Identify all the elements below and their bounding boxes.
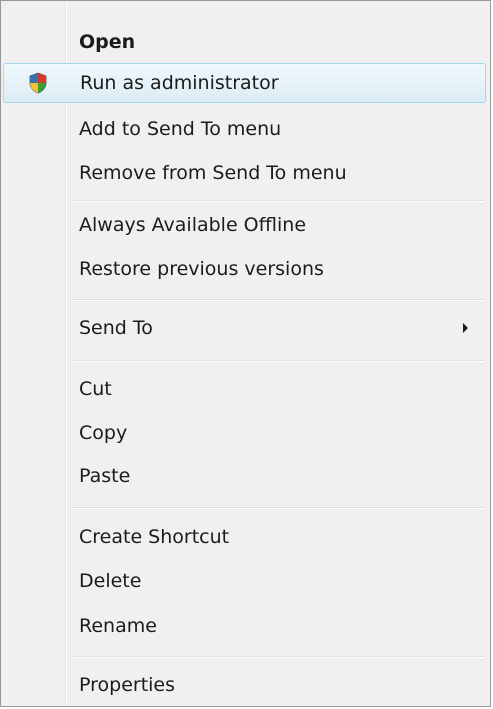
menu-item-label: Copy: [79, 422, 128, 444]
menu-separator: [71, 299, 484, 301]
menu-separator: [71, 507, 484, 509]
menu-item-restore-previous-versions[interactable]: Restore previous versions: [3, 249, 486, 289]
menu-item-run-as-administrator[interactable]: Run as administrator: [3, 63, 486, 103]
menu-item-label: Properties: [79, 674, 176, 696]
menu-item-label: Create Shortcut: [79, 526, 230, 548]
menu-item-label: Delete: [79, 570, 142, 592]
menu-item-label: Send To: [79, 317, 153, 339]
menu-item-label: Open: [79, 31, 136, 53]
menu-item-label: Restore previous versions: [79, 258, 324, 280]
menu-item-send-to[interactable]: Send To: [3, 308, 486, 348]
context-menu: Open Run as administrator Add to Send To…: [0, 0, 491, 707]
menu-item-delete[interactable]: Delete: [3, 561, 486, 601]
menu-item-label: Paste: [79, 465, 131, 487]
menu-item-copy[interactable]: Copy: [3, 413, 486, 453]
menu-item-label: Remove from Send To menu: [79, 162, 347, 184]
menu-item-label: Add to Send To menu: [79, 118, 282, 140]
chevron-right-icon: [463, 323, 468, 333]
menu-item-label: Always Available Offline: [79, 214, 307, 236]
menu-item-label: Rename: [79, 615, 157, 637]
menu-item-label: Run as administrator: [80, 72, 279, 94]
menu-item-always-available-offline[interactable]: Always Available Offline: [3, 205, 486, 245]
menu-item-open[interactable]: Open: [3, 22, 486, 62]
uac-shield-icon: [29, 72, 47, 94]
menu-item-cut[interactable]: Cut: [3, 369, 486, 409]
menu-item-label: Cut: [79, 378, 112, 400]
menu-item-rename[interactable]: Rename: [3, 606, 486, 646]
menu-item-paste[interactable]: Paste: [3, 456, 486, 496]
menu-item-create-shortcut[interactable]: Create Shortcut: [3, 517, 486, 557]
menu-separator: [71, 360, 484, 362]
menu-item-properties[interactable]: Properties: [3, 665, 486, 705]
menu-separator: [71, 656, 484, 658]
menu-item-remove-from-send-to[interactable]: Remove from Send To menu: [3, 153, 486, 193]
menu-item-add-to-send-to[interactable]: Add to Send To menu: [3, 109, 486, 149]
menu-separator: [71, 200, 484, 202]
